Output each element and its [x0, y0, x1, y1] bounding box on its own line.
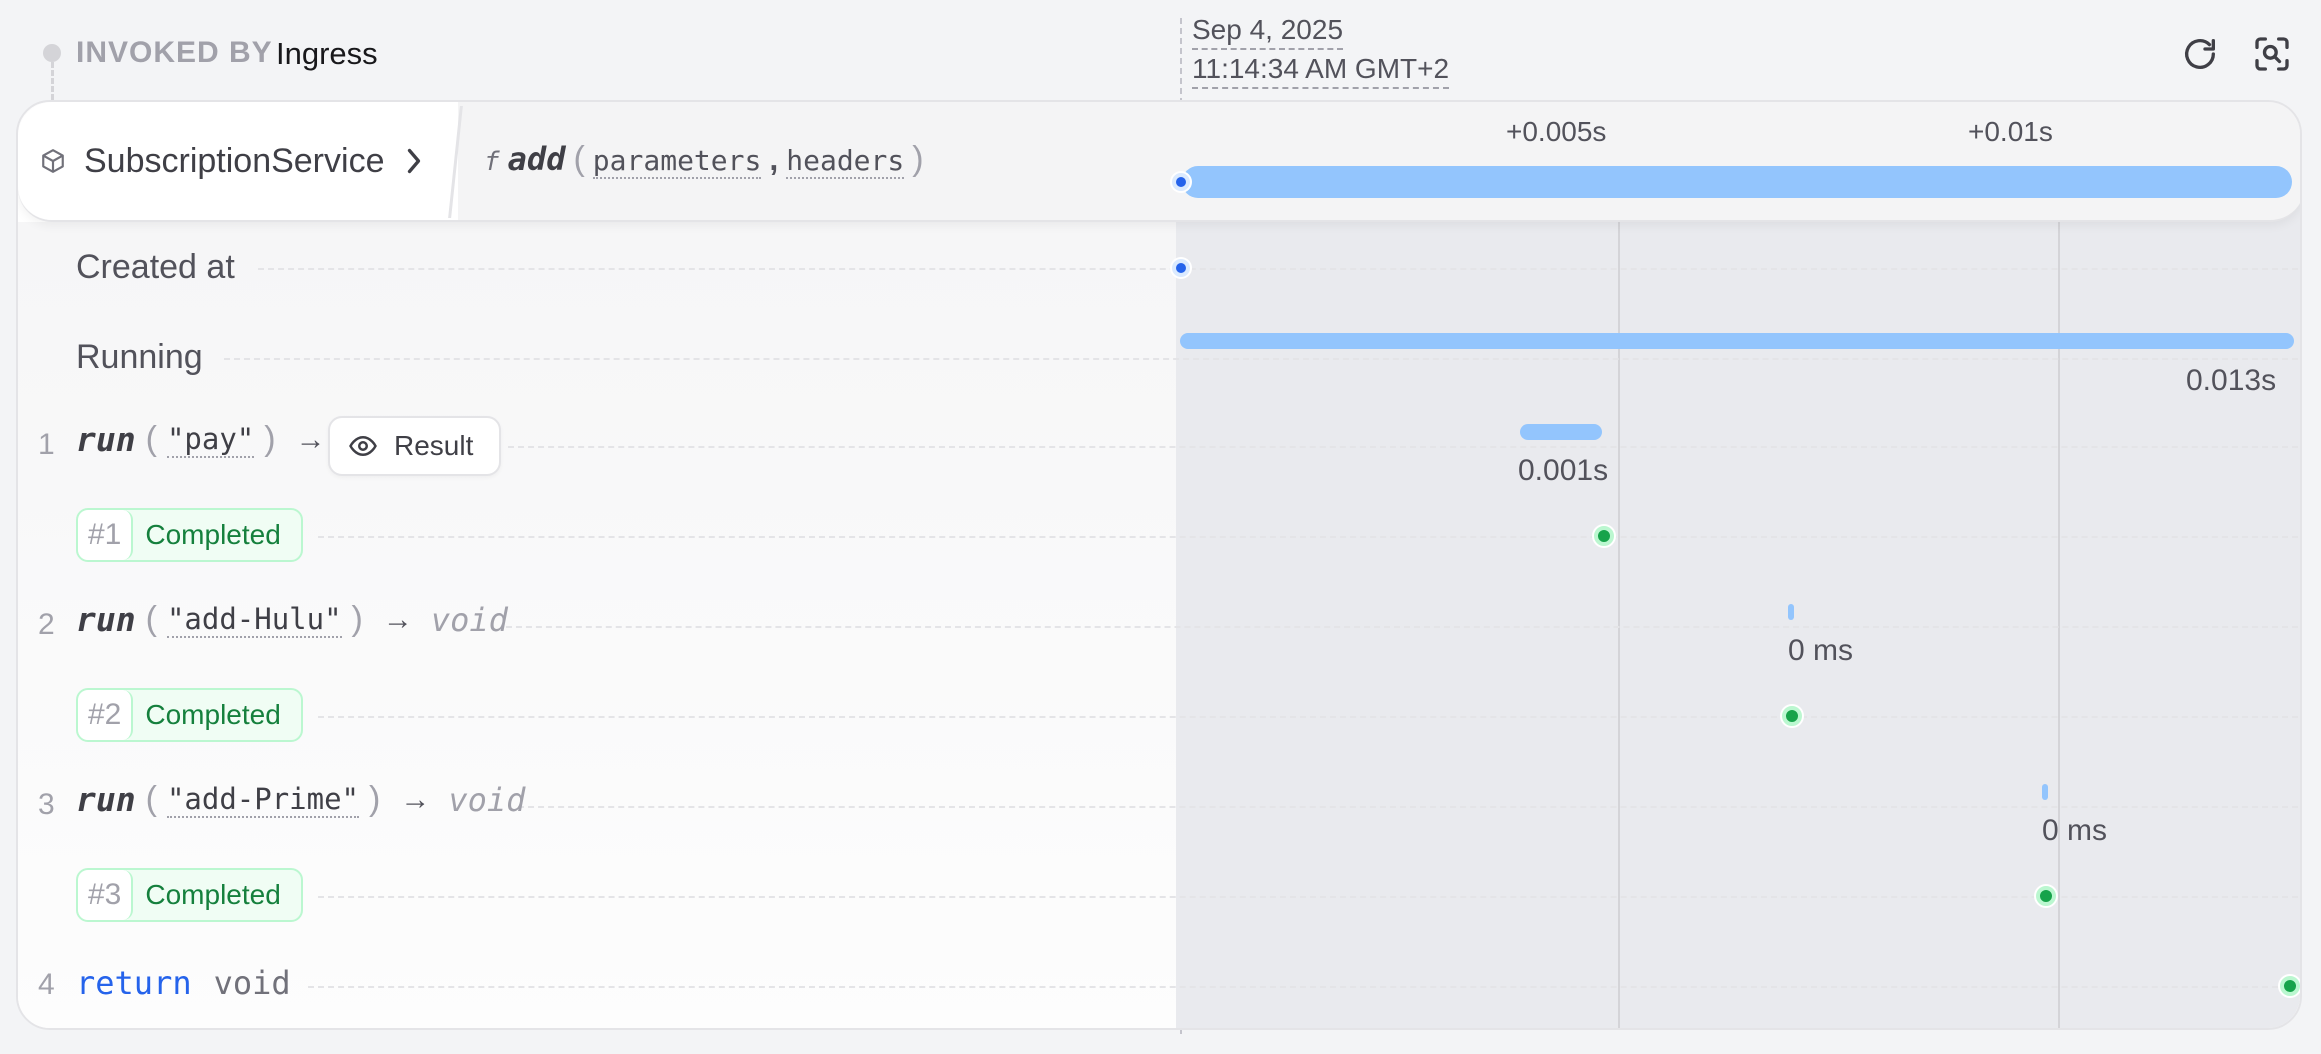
- row-guide-running: [224, 358, 2298, 360]
- return-type: void: [448, 780, 526, 819]
- attempt-number: #3: [78, 870, 134, 920]
- step-1-signature: run ( "pay" ) →: [76, 420, 326, 459]
- step-2-duration: 0 ms: [1788, 634, 1854, 667]
- chevron-right-icon: [408, 148, 421, 174]
- row-guide-created: [258, 268, 2298, 270]
- param-headers[interactable]: headers: [786, 144, 905, 179]
- row-guide-attempt1: [318, 536, 2298, 538]
- step-name[interactable]: "pay": [166, 422, 255, 458]
- step-2-signature: run ( "add-Hulu" ) → void: [76, 600, 508, 639]
- step-number: 1: [38, 428, 55, 461]
- step-3-duration: 0 ms: [2042, 814, 2108, 847]
- arrow-right-icon: →: [400, 782, 431, 816]
- invoked-by-connector: [51, 62, 54, 100]
- running-duration: 0.013s: [2186, 364, 2277, 397]
- zoom-inspect-icon: [2255, 37, 2289, 71]
- result-button[interactable]: Result: [328, 416, 502, 476]
- close-paren: ): [912, 140, 924, 178]
- attempt-3-badge[interactable]: #3 Completed: [76, 868, 303, 922]
- open-paren: (: [145, 780, 157, 818]
- step-name[interactable]: "add-Hulu": [166, 602, 342, 638]
- open-paren: (: [145, 420, 157, 458]
- refresh-icon: [2185, 39, 2215, 69]
- service-name: SubscriptionService: [84, 141, 385, 180]
- timeline-panel: [1176, 102, 2300, 1028]
- step-keyword: run: [76, 600, 136, 639]
- attempt-number: #1: [78, 510, 134, 560]
- step-2-bar[interactable]: [1788, 604, 1794, 620]
- created-at-dot[interactable]: [1172, 259, 1190, 277]
- attempt-2-badge[interactable]: #2 Completed: [76, 688, 303, 742]
- attempt-1-dot[interactable]: [1594, 526, 1614, 546]
- return-dot[interactable]: [2280, 976, 2300, 996]
- step-1-bar[interactable]: [1520, 424, 1602, 440]
- return-type: void: [430, 600, 508, 639]
- arrow-right-icon: →: [382, 602, 413, 636]
- tick-line-1: [1618, 102, 1620, 1028]
- row-guide-step3: [518, 806, 2298, 808]
- step-keyword: run: [76, 420, 136, 459]
- step-1-duration: 0.001s: [1518, 454, 1609, 487]
- row-guide-step2: [506, 626, 2298, 628]
- result-label: Result: [394, 430, 474, 461]
- attempt-2-dot[interactable]: [1782, 706, 1802, 726]
- return-signature: return void: [76, 964, 291, 1002]
- start-time: 11:14:34 AM GMT+2: [1192, 53, 1450, 89]
- attempt-3-dot[interactable]: [2036, 886, 2056, 906]
- return-keyword: return: [76, 964, 192, 1002]
- running-bar[interactable]: [1180, 333, 2294, 349]
- param-separator: ,: [769, 141, 779, 177]
- step-3-bar[interactable]: [2042, 784, 2048, 800]
- start-date: Sep 4, 2025: [1192, 14, 1344, 50]
- open-paren: (: [573, 140, 585, 178]
- eye-icon: [349, 435, 377, 457]
- created-at-label: Created at: [76, 248, 235, 286]
- row-guide-attempt3: [318, 896, 2298, 898]
- tick-label-2: +0.01s: [1968, 116, 2053, 147]
- row-guide-return: [308, 986, 2298, 988]
- attempt-1-badge[interactable]: #1 Completed: [76, 508, 303, 562]
- inspect-button[interactable]: [2244, 26, 2300, 82]
- service-breadcrumb[interactable]: SubscriptionService: [18, 102, 458, 220]
- attempt-status: Completed: [145, 519, 281, 550]
- close-paren: ): [264, 420, 276, 458]
- invocation-start-dot: [1172, 173, 1190, 191]
- close-paren: ): [351, 600, 363, 638]
- step-keyword: run: [76, 780, 136, 819]
- function-icon: f: [484, 147, 500, 177]
- param-parameters[interactable]: parameters: [592, 144, 762, 179]
- refresh-button[interactable]: [2172, 26, 2228, 82]
- invoked-by-label: INVOKED BY: [76, 36, 273, 69]
- arrow-right-icon: →: [295, 422, 326, 456]
- step-number: 2: [38, 608, 55, 641]
- attempt-status: Completed: [145, 879, 281, 910]
- invocation-duration-bar[interactable]: [1182, 166, 2292, 198]
- attempt-number: #2: [78, 690, 134, 740]
- attempt-status: Completed: [145, 699, 281, 730]
- invocation-card: SubscriptionService f add ( parameters ,…: [16, 100, 2302, 1030]
- handler-name: add: [507, 140, 566, 178]
- return-value: void: [213, 964, 291, 1002]
- row-guide-step1: [508, 446, 2298, 448]
- close-paren: ): [369, 780, 381, 818]
- row-guide-attempt2: [318, 716, 2298, 718]
- step-number: 4: [38, 968, 55, 1001]
- invoked-by-dot: [43, 44, 61, 62]
- step-3-signature: run ( "add-Prime" ) → void: [76, 780, 525, 819]
- step-name[interactable]: "add-Prime": [166, 782, 359, 818]
- invoked-by-value[interactable]: Ingress: [276, 36, 378, 72]
- cube-icon: [42, 149, 64, 173]
- tick-label-1: +0.005s: [1506, 116, 1607, 147]
- tick-line-2: [2058, 102, 2060, 1028]
- step-number: 3: [38, 788, 55, 821]
- open-paren: (: [145, 600, 157, 638]
- running-label: Running: [76, 338, 203, 376]
- handler-signature: f add ( parameters , headers ): [484, 140, 924, 179]
